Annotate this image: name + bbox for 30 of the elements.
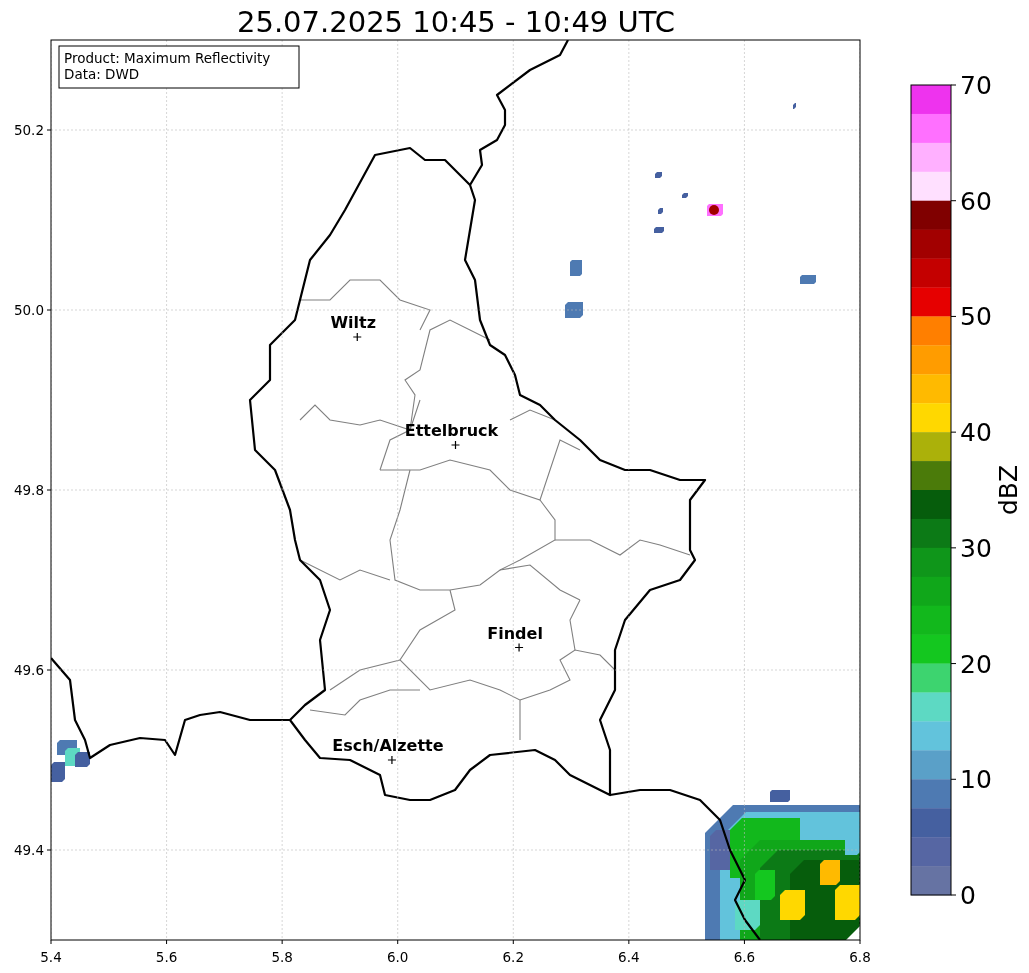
axis-tick-label: 5.8 — [271, 949, 293, 965]
colorbar-label: dBZ — [994, 464, 1023, 516]
axis-tick-label: 49.4 — [13, 842, 44, 858]
axis-tick-label: 6.4 — [618, 949, 640, 965]
colorbar-tick-label: 10 — [960, 765, 992, 795]
district-border-line — [509, 409, 556, 421]
axis-tick-label: 6.2 — [502, 949, 525, 965]
axis-tick-label: 6.0 — [386, 949, 409, 965]
colorbar-tick-label: 20 — [960, 649, 992, 679]
colorbar-tick-label: 60 — [960, 186, 992, 216]
colorbar-tick-label: 70 — [960, 71, 992, 100]
axis-tick-label: 5.6 — [155, 949, 178, 965]
city-label: Ettelbruck — [404, 421, 499, 440]
city-label: Findel — [487, 623, 543, 643]
axis-tick-label: 49.8 — [13, 482, 44, 498]
info-text: Product: Maximum Reflectivity — [64, 50, 271, 66]
axis-tick-label: 50.0 — [13, 302, 44, 318]
axis-tick-label: 50.2 — [13, 122, 44, 138]
axis-tick-label: 49.6 — [13, 662, 44, 678]
axis-tick-label: 6.6 — [733, 949, 756, 965]
colorbar-tick-label: 50 — [960, 302, 992, 332]
colorbar-tick-label: 40 — [960, 418, 992, 448]
colorbar-tick-label: 30 — [960, 533, 992, 563]
city-label: Esch/Alzette — [332, 736, 444, 755]
city-label: Wiltz — [330, 313, 377, 332]
axis-tick-label: 6.8 — [849, 949, 871, 965]
chart-title: 25.07.2025 10:45 - 10:49 UTC — [237, 5, 675, 39]
axis-tick-label: 5.4 — [40, 949, 62, 965]
colorbar-tick-label: 0 — [960, 881, 976, 910]
info-text: Data: DWD — [64, 66, 140, 82]
